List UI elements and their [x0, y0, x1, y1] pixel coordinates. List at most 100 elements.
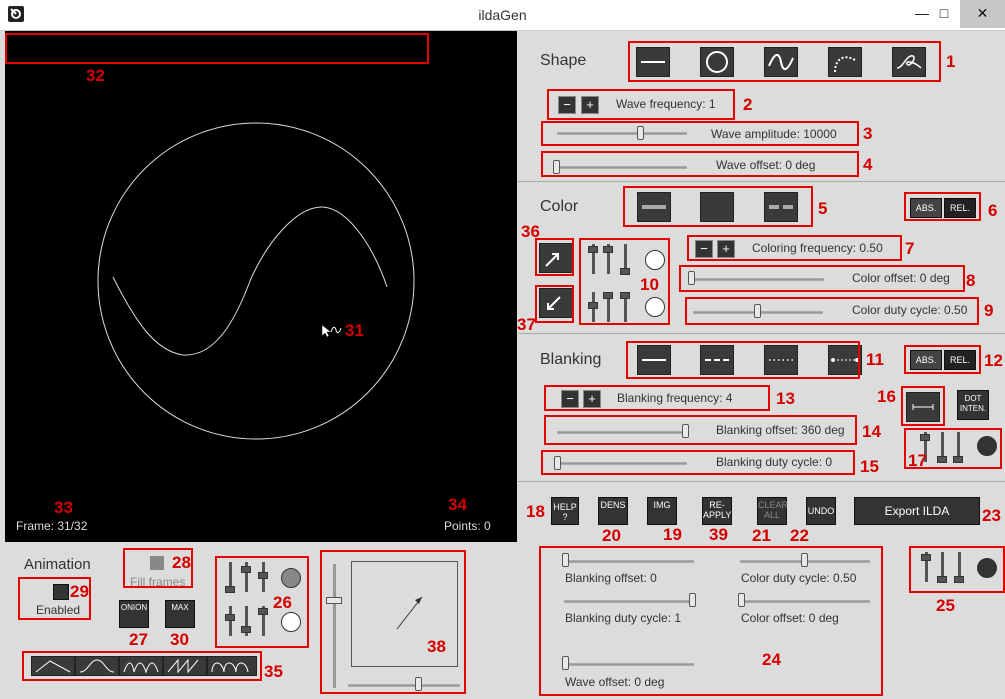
wave-frequency-increase-button[interactable]: +	[581, 96, 599, 114]
anim-horizontal-slider[interactable]	[348, 684, 460, 687]
blanking-dashed-button[interactable]	[700, 345, 734, 375]
shape-sine-button[interactable]	[764, 47, 798, 77]
color-duty-cycle-knob[interactable]	[754, 304, 761, 318]
blanking-offset-knob[interactable]	[682, 424, 689, 438]
anim-blanking-swatch[interactable]	[977, 558, 997, 578]
reapply-button[interactable]: RE-APPLY	[702, 497, 732, 525]
slider-knob[interactable]	[689, 593, 696, 607]
slider-knob[interactable]	[921, 554, 931, 561]
undo-button[interactable]: UNDO	[806, 497, 836, 525]
easing-linear-button[interactable]	[31, 656, 75, 676]
marker-34: 34	[448, 495, 467, 514]
anim-blanking-offset-slider[interactable]	[564, 560, 694, 563]
shape-freehand-button[interactable]	[892, 47, 926, 77]
easing-bounce-button[interactable]	[119, 656, 163, 676]
color-end-swatch[interactable]	[645, 297, 665, 317]
slider-knob[interactable]	[258, 608, 268, 615]
shape-arc-button[interactable]	[828, 47, 862, 77]
color-rel-button[interactable]: REL.	[944, 198, 976, 218]
blanking-solid-button[interactable]	[637, 345, 671, 375]
max-button[interactable]: MAX	[165, 600, 195, 628]
slider-knob[interactable]	[258, 572, 268, 579]
close-button[interactable]: ✕	[960, 0, 1005, 28]
coloring-frequency-decrease-button[interactable]: −	[695, 240, 713, 258]
blanking-frequency-increase-button[interactable]: +	[583, 390, 601, 408]
easing-arc-button[interactable]	[207, 656, 257, 676]
marker-38: 38	[427, 637, 446, 656]
preview-canvas[interactable]: Frame: 31/32 Points: 0	[5, 31, 517, 542]
slider-knob[interactable]	[562, 656, 569, 670]
slider-knob[interactable]	[603, 292, 613, 299]
frame-counter: Frame: 31/32	[16, 519, 88, 533]
slider-knob[interactable]	[415, 677, 422, 691]
density-button[interactable]: DENS	[598, 497, 628, 525]
blanking-dot-spread-button[interactable]	[906, 392, 940, 422]
wave-frequency-decrease-button[interactable]: −	[558, 96, 576, 114]
color-solid-button[interactable]	[637, 192, 671, 222]
slider-knob[interactable]	[603, 246, 613, 253]
blanking-color-swatch[interactable]	[977, 436, 997, 456]
slider-knob[interactable]	[225, 614, 235, 621]
export-ilda-button[interactable]: Export ILDA	[854, 497, 980, 525]
slider-knob[interactable]	[620, 292, 630, 299]
easing-sine-button[interactable]	[75, 656, 119, 676]
slider-knob[interactable]	[937, 456, 947, 463]
wave-offset-slider[interactable]	[557, 166, 687, 169]
color-offset-slider[interactable]	[690, 278, 824, 281]
copy-color-forward-button[interactable]	[539, 243, 573, 273]
anim-blanking-duty-label: Blanking duty cycle: 1	[565, 611, 682, 625]
slider-knob[interactable]	[954, 576, 964, 583]
blanking-dot-ends-button[interactable]	[828, 345, 862, 375]
anim-end-red-slider[interactable]	[229, 606, 232, 636]
slider-knob[interactable]	[620, 268, 630, 275]
slider-knob[interactable]	[801, 553, 808, 567]
anim-vertical-slider[interactable]	[333, 564, 336, 688]
slider-knob[interactable]	[241, 566, 251, 573]
blanking-abs-button[interactable]: ABS.	[910, 350, 942, 370]
easing-sawtooth-button[interactable]	[163, 656, 207, 676]
blanking-rel-button[interactable]: REL.	[944, 350, 976, 370]
slider-knob[interactable]	[920, 434, 930, 441]
help-button[interactable]: HELP ?	[551, 497, 579, 525]
slider-knob[interactable]	[225, 586, 235, 593]
blanking-duty-cycle-slider[interactable]	[557, 462, 687, 465]
fill-frames-checkbox[interactable]	[150, 556, 164, 570]
color-offset-knob[interactable]	[688, 271, 695, 285]
anim-color-offset-slider[interactable]	[740, 600, 870, 603]
shape-section-title: Shape	[540, 52, 587, 69]
slider-knob[interactable]	[588, 246, 598, 253]
wave-amplitude-knob[interactable]	[637, 126, 644, 140]
slider-knob[interactable]	[241, 626, 251, 633]
marker-39: 39	[709, 525, 728, 544]
copy-color-back-button[interactable]	[539, 288, 573, 318]
slider-knob[interactable]	[953, 456, 963, 463]
blanking-dotted-button[interactable]	[764, 345, 798, 375]
slider-knob[interactable]	[738, 593, 745, 607]
blanking-duty-cycle-knob[interactable]	[554, 456, 561, 470]
wave-offset-knob[interactable]	[553, 160, 560, 174]
color-dashed-button[interactable]	[764, 192, 798, 222]
color-abs-button[interactable]: ABS.	[910, 198, 942, 218]
color-gradient-button[interactable]	[700, 192, 734, 222]
anim-blanking-duty-slider[interactable]	[564, 600, 694, 603]
anim-end-swatch[interactable]	[281, 612, 301, 632]
onion-skin-button[interactable]: ONION	[119, 600, 149, 628]
maximize-button[interactable]: □	[928, 0, 960, 28]
blanking-frequency-decrease-button[interactable]: −	[561, 390, 579, 408]
image-button[interactable]: IMG	[647, 497, 677, 525]
wave-amplitude-slider[interactable]	[557, 132, 687, 135]
dot-intensity-button[interactable]: DOT INTEN.	[957, 390, 989, 420]
slider-knob[interactable]	[562, 553, 569, 567]
anim-wave-offset-slider[interactable]	[564, 663, 694, 666]
shape-circle-button[interactable]	[700, 47, 734, 77]
shape-line-button[interactable]	[636, 47, 670, 77]
blanking-offset-slider[interactable]	[557, 431, 687, 434]
coloring-frequency-increase-button[interactable]: +	[717, 240, 735, 258]
slider-knob[interactable]	[326, 597, 342, 604]
anim-start-swatch[interactable]	[281, 568, 301, 588]
animation-enabled-checkbox[interactable]	[53, 584, 69, 600]
clear-all-button[interactable]: CLEAR ALL	[757, 497, 788, 525]
slider-knob[interactable]	[937, 576, 947, 583]
slider-knob[interactable]	[588, 302, 598, 309]
color-start-swatch[interactable]	[645, 250, 665, 270]
